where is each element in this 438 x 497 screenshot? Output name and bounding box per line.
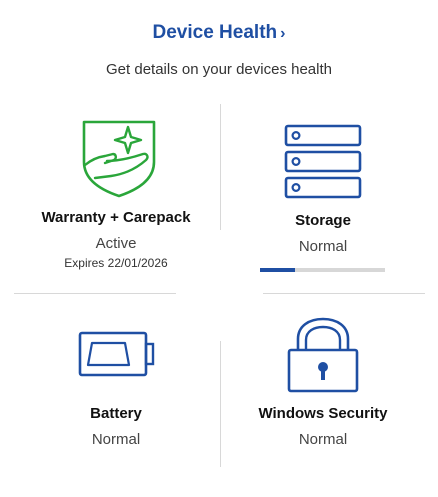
divider-horizontal-left [14, 293, 176, 294]
storage-drives-icon [284, 124, 362, 199]
warranty-status: Active [95, 235, 137, 252]
warranty-expiry: Expires 22/01/2026 [64, 256, 168, 270]
storage-usage-bar [260, 268, 385, 272]
chevron-right-icon: › [280, 25, 286, 42]
storage-title: Storage [295, 212, 351, 229]
divider-vertical-top [220, 104, 221, 230]
windows-security-title: Windows Security [258, 405, 388, 422]
shield-hand-sparkle-icon [82, 120, 156, 198]
padlock-icon [287, 317, 359, 393]
windows-security-status: Normal [298, 431, 348, 448]
storage-usage-fill [260, 268, 295, 272]
storage-status: Normal [298, 238, 348, 255]
divider-horizontal-right [263, 293, 425, 294]
device-health-title: Device Health [152, 22, 278, 43]
divider-vertical-bottom [220, 341, 221, 467]
battery-status: Normal [91, 431, 141, 448]
device-health-link[interactable]: Device Health › [0, 22, 438, 44]
battery-title: Battery [90, 405, 142, 422]
page-subtitle: Get details on your devices health [106, 61, 332, 78]
battery-icon [78, 331, 155, 377]
warranty-title: Warranty + Carepack [41, 209, 191, 226]
